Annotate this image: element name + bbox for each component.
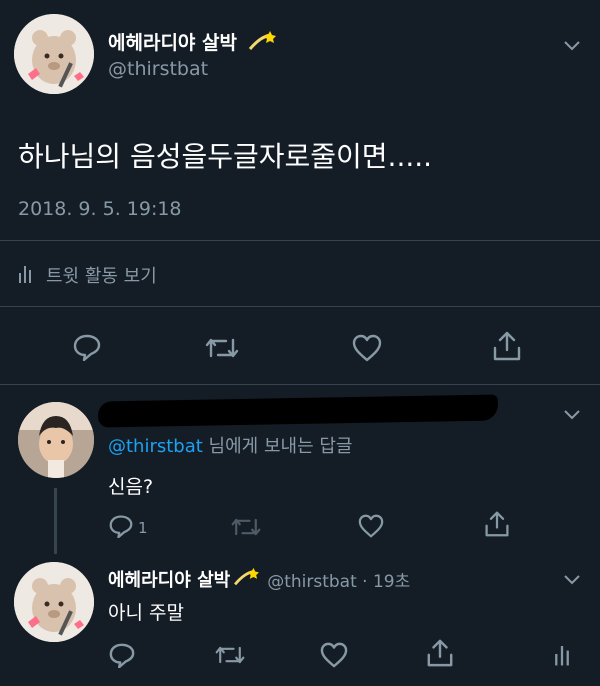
display-name[interactable]: 에헤라디야 살박 bbox=[108, 28, 278, 58]
reply-count: 1 bbox=[138, 519, 148, 537]
divider bbox=[0, 306, 600, 307]
share-icon[interactable] bbox=[484, 510, 510, 538]
sparkle-star-icon bbox=[233, 566, 261, 592]
redacted-username bbox=[97, 394, 499, 428]
avatar-second-reply[interactable] bbox=[14, 562, 94, 642]
handle-and-time: @thirstbat · 19초 bbox=[267, 571, 411, 592]
tweet-text: 하나님의 음성을두글자로줄이면..... bbox=[18, 140, 433, 173]
chevron-down-icon[interactable] bbox=[562, 38, 582, 52]
bear-avatar-icon bbox=[14, 14, 94, 94]
retweet-icon[interactable] bbox=[230, 516, 262, 538]
person-avatar-icon bbox=[18, 402, 94, 478]
bar-chart-icon[interactable] bbox=[554, 642, 570, 666]
retweet-icon[interactable] bbox=[214, 644, 246, 666]
share-icon[interactable] bbox=[426, 638, 454, 668]
bar-chart-icon bbox=[18, 263, 32, 287]
bear-avatar-icon bbox=[14, 562, 94, 642]
activity-label: 트윗 활동 보기 bbox=[46, 266, 157, 287]
thread-connector-line bbox=[54, 488, 57, 554]
user-handle[interactable]: @thirstbat bbox=[108, 58, 208, 80]
replying-to: @thirstbat 님에게 보내는 답글 bbox=[108, 432, 352, 458]
reply-icon[interactable] bbox=[108, 642, 136, 668]
sparkle-star-icon bbox=[248, 29, 278, 58]
tweet-timestamp[interactable]: 2018. 9. 5. 19:18 bbox=[18, 198, 182, 220]
like-heart-icon[interactable] bbox=[320, 642, 348, 668]
divider bbox=[0, 240, 600, 241]
avatar-replier[interactable] bbox=[18, 402, 94, 478]
chevron-down-icon[interactable] bbox=[562, 407, 582, 421]
display-name-text[interactable]: 에헤라디야 살박 bbox=[108, 566, 230, 592]
second-reply-header: 에헤라디야 살박 @thirstbat · 19초 bbox=[108, 566, 410, 592]
tweet-activity-link[interactable]: 트윗 활동 보기 bbox=[18, 262, 157, 288]
avatar-main[interactable] bbox=[14, 14, 94, 94]
reply-button[interactable]: 1 bbox=[108, 514, 148, 542]
chevron-down-icon[interactable] bbox=[562, 572, 582, 586]
divider bbox=[0, 384, 600, 385]
reply-text: 신음? bbox=[108, 476, 154, 498]
like-heart-icon[interactable] bbox=[358, 514, 384, 538]
display-name-text: 에헤라디야 살박 bbox=[108, 32, 237, 54]
reply-icon[interactable] bbox=[72, 333, 102, 361]
replying-to-suffix: 님에게 보내는 답글 bbox=[202, 436, 353, 457]
share-icon[interactable] bbox=[492, 330, 522, 362]
reply-icon bbox=[108, 514, 134, 542]
second-reply-text: 아니 주말 bbox=[108, 602, 184, 624]
replying-to-handle[interactable]: @thirstbat bbox=[108, 436, 203, 457]
retweet-icon[interactable] bbox=[204, 336, 240, 360]
like-heart-icon[interactable] bbox=[352, 334, 382, 362]
